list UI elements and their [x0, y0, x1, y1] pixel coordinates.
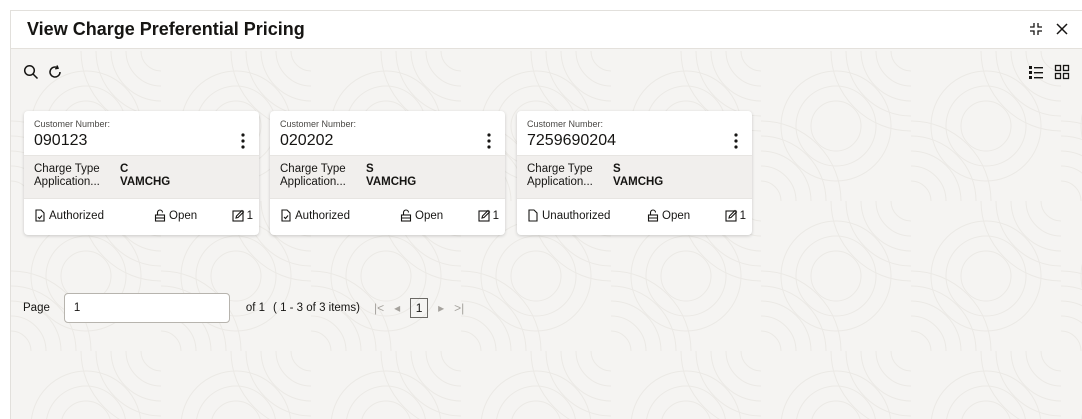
application-label: Application...: [280, 176, 346, 188]
customer-number-value: 7259690204: [527, 132, 616, 149]
record-card[interactable]: Customer Number: 7259690204 Charge Type S…: [517, 111, 752, 235]
record-card[interactable]: Customer Number: 090123 Charge Type C App…: [24, 111, 259, 235]
record-status: Open: [169, 209, 198, 222]
record-status: Open: [415, 209, 444, 222]
page-number-input[interactable]: [63, 293, 230, 323]
card-footer: Authorized Open 1: [24, 199, 259, 235]
item-range: ( 1 - 3 of 3 items): [273, 302, 360, 314]
kebab-menu-icon[interactable]: [483, 131, 495, 151]
card-footer: Unauthorized Open 1: [517, 199, 752, 235]
card-details: Charge Type S Application... VAMCHG: [517, 155, 752, 199]
auth-status: Authorized: [295, 209, 350, 222]
first-page-button[interactable]: |<: [374, 301, 384, 315]
auth-status: Unauthorized: [542, 209, 611, 222]
version-number: 1: [492, 209, 499, 222]
toolbar: [11, 61, 1082, 85]
version-edit-icon: [725, 209, 737, 222]
previous-page-button[interactable]: ◂: [394, 301, 400, 315]
unlock-icon: [400, 209, 412, 222]
application-label: Application...: [527, 176, 593, 188]
search-icon[interactable]: [23, 64, 39, 80]
customer-number-value: 020202: [280, 132, 334, 149]
page-nav: |< ◂ 1 ▸ >|: [374, 298, 464, 318]
application-value: VAMCHG: [120, 176, 171, 188]
unlock-icon: [647, 209, 659, 222]
charge-type-value: S: [613, 163, 621, 175]
application-value: VAMCHG: [613, 176, 664, 188]
pagination: Page of 1 ( 1 - 3 of 3 items) |< ◂ 1 ▸ >…: [23, 293, 464, 323]
customer-number-label: Customer Number:: [527, 119, 604, 129]
kebab-menu-icon[interactable]: [730, 131, 742, 151]
version-number: 1: [246, 209, 253, 222]
unlock-icon: [154, 209, 166, 222]
charge-type-label: Charge Type: [527, 163, 593, 175]
last-page-button[interactable]: >|: [454, 301, 464, 315]
version-number: 1: [739, 209, 746, 222]
charge-type-value: C: [120, 163, 129, 175]
next-page-button[interactable]: ▸: [438, 301, 444, 315]
application-value: VAMCHG: [366, 176, 417, 188]
customer-number-value: 090123: [34, 132, 88, 149]
charge-type-label: Charge Type: [34, 163, 100, 175]
window-controls: [1028, 21, 1070, 37]
unauthorized-icon: [528, 209, 538, 222]
version-edit-icon: [478, 209, 490, 222]
record-status: Open: [662, 209, 691, 222]
refresh-icon[interactable]: [47, 64, 63, 80]
version-edit-icon: [232, 209, 244, 222]
card-footer: Authorized Open 1: [270, 199, 505, 235]
window: View Charge Preferential Pricing Custome…: [10, 10, 1082, 419]
authorized-icon: [281, 209, 291, 222]
page-count: of 1: [245, 302, 266, 314]
title-bar: View Charge Preferential Pricing: [11, 11, 1082, 49]
collapse-arrows-icon[interactable]: [1028, 21, 1044, 37]
background-pattern: [11, 51, 1082, 419]
page-label: Page: [23, 302, 50, 314]
card-details: Charge Type C Application... VAMCHG: [24, 155, 259, 199]
list-view-icon[interactable]: [1028, 64, 1044, 80]
charge-type-label: Charge Type: [280, 163, 346, 175]
customer-number-label: Customer Number:: [34, 119, 111, 129]
current-page-button[interactable]: 1: [410, 298, 429, 318]
application-label: Application...: [34, 176, 100, 188]
card-details: Charge Type S Application... VAMCHG: [270, 155, 505, 199]
kebab-menu-icon[interactable]: [237, 131, 249, 151]
grid-view-icon[interactable]: [1054, 64, 1070, 80]
close-icon[interactable]: [1054, 21, 1070, 37]
authorized-icon: [35, 209, 45, 222]
charge-type-value: S: [366, 163, 374, 175]
page-title: View Charge Preferential Pricing: [27, 19, 305, 39]
auth-status: Authorized: [49, 209, 104, 222]
record-card[interactable]: Customer Number: 020202 Charge Type S App…: [270, 111, 505, 235]
customer-number-label: Customer Number:: [280, 119, 357, 129]
